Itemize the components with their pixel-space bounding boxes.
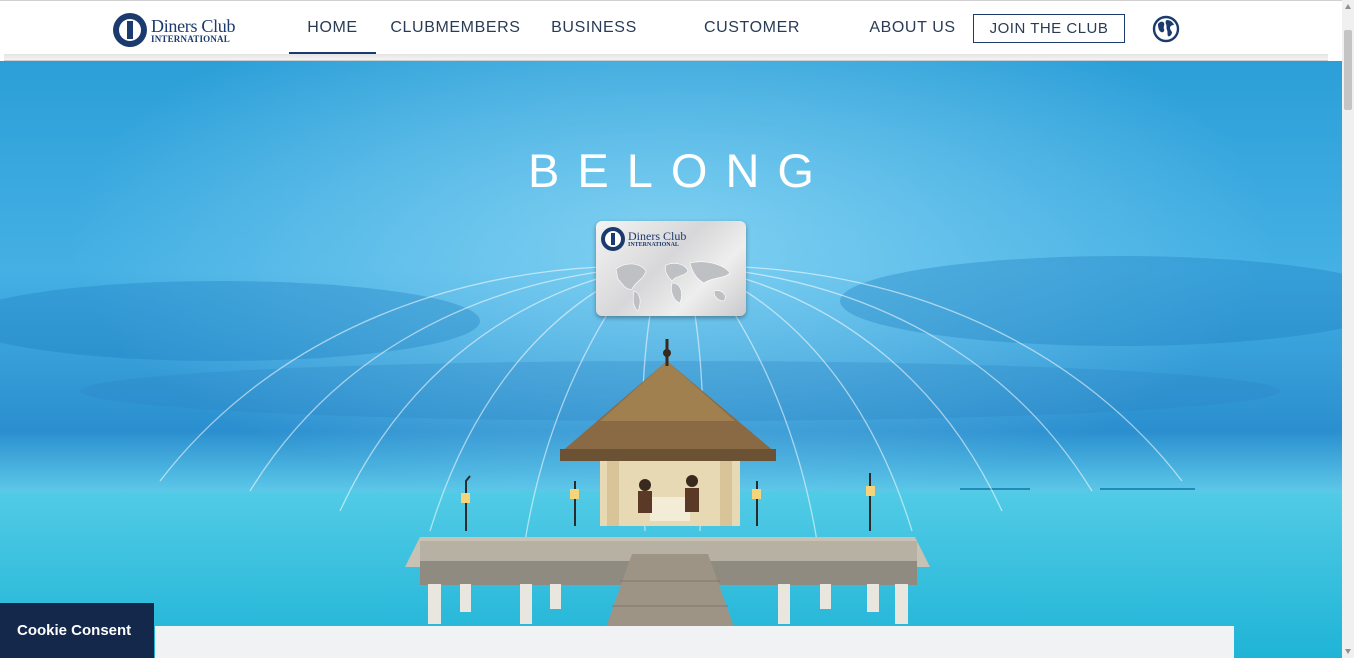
scrollbar-thumb[interactable] [1344, 30, 1352, 110]
nav-item-business[interactable]: BUSINESS [548, 1, 640, 53]
logo-name-line1: Diners Club [151, 15, 236, 36]
header-divider [4, 54, 1328, 61]
page-scrollbar[interactable] [1342, 0, 1354, 658]
nav-item-clubmembers[interactable]: CLUBMEMBERS [389, 1, 522, 53]
hero-title: BELONG [528, 144, 832, 197]
diners-club-logo[interactable]: Diners Club INTERNATIONAL [113, 10, 253, 50]
scroll-down-arrow-icon[interactable] [1345, 649, 1351, 654]
content-panel-top-edge [155, 626, 1234, 658]
hero-banner: BELONG Diners Club INTERNATIONAL [0, 61, 1342, 658]
world-map-icon [615, 261, 731, 312]
cookie-consent-button[interactable]: Cookie Consent [0, 603, 154, 658]
diners-club-logo-icon [113, 13, 147, 47]
globe-icon[interactable] [1152, 15, 1180, 43]
logo-name-line2: INTERNATIONAL [151, 33, 230, 44]
nav-item-home[interactable]: HOME [289, 1, 376, 55]
nav-item-about-us[interactable]: ABOUT US [864, 1, 961, 53]
site-header: Diners Club INTERNATIONAL HOME CLUBMEMBE… [0, 0, 1342, 90]
join-the-club-button[interactable]: JOIN THE CLUB [973, 14, 1125, 43]
scroll-up-arrow-icon[interactable] [1345, 4, 1351, 9]
nav-item-customer-service[interactable]: CUSTOMER SERVICE [666, 1, 838, 90]
diners-club-card-image: Diners Club INTERNATIONAL [596, 221, 746, 316]
